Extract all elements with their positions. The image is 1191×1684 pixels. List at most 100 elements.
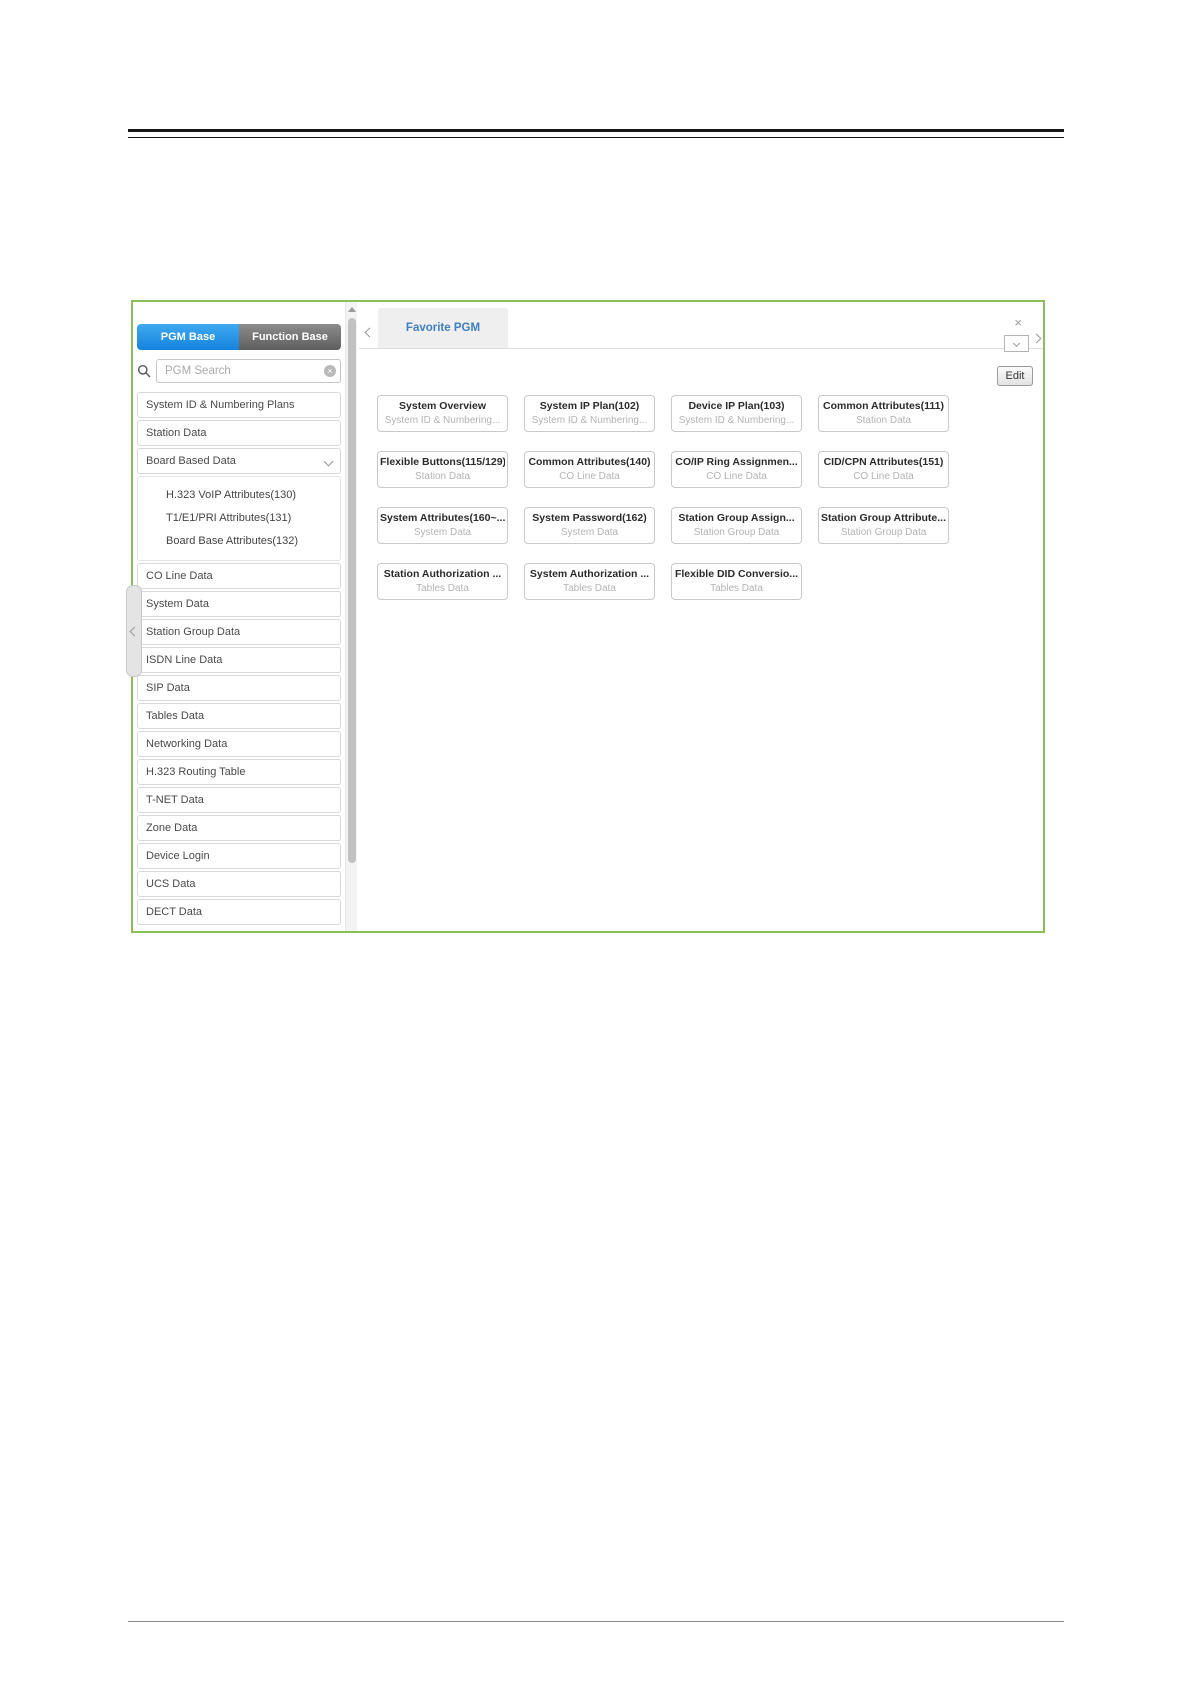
favorite-pgm-card[interactable]: System Attributes(160~... System Data bbox=[377, 507, 508, 544]
card-title: Station Group Assign... bbox=[678, 512, 795, 524]
sidebar-subitem[interactable]: H.323 VoIP Attributes(130) bbox=[166, 484, 336, 507]
tab-function-base[interactable]: Function Base bbox=[239, 324, 341, 350]
card-title: System Password(162) bbox=[532, 512, 647, 524]
sidebar-item[interactable]: CO Line Data bbox=[137, 563, 341, 589]
sidebar-item[interactable]: SIP Data bbox=[137, 675, 341, 701]
card-subtitle: System ID & Numbering... bbox=[678, 415, 795, 426]
sidebar-item[interactable]: T-NET Data bbox=[137, 787, 341, 813]
favorite-pgm-card[interactable]: Flexible DID Conversio... Tables Data bbox=[671, 563, 802, 600]
card-title: Flexible DID Conversio... bbox=[674, 568, 799, 580]
favorite-pgm-card[interactable]: System Authorization ... Tables Data bbox=[524, 563, 655, 600]
card-title: System Authorization ... bbox=[529, 568, 650, 580]
edit-button[interactable]: Edit bbox=[997, 366, 1033, 386]
pgm-search-input[interactable] bbox=[156, 359, 341, 383]
card-title: CO/IP Ring Assignmen... bbox=[675, 456, 798, 468]
sidebar-item[interactable]: System Data bbox=[137, 591, 341, 617]
card-subtitle: System Data bbox=[413, 527, 472, 538]
sidebar-item-label: System ID & Numbering Plans bbox=[146, 399, 295, 411]
favorite-pgm-card[interactable]: CID/CPN Attributes(151) CO Line Data bbox=[818, 451, 949, 488]
card-subtitle: System Data bbox=[560, 527, 619, 538]
tab-favorite-pgm[interactable]: Favorite PGM bbox=[378, 308, 508, 348]
sidebar-item-label: Tables Data bbox=[146, 710, 205, 722]
sidebar-subitem[interactable]: T1/E1/PRI Attributes(131) bbox=[166, 507, 336, 530]
card-subtitle: Station Group Data bbox=[840, 527, 927, 538]
page-top-rule-thick bbox=[128, 129, 1064, 132]
sidebar-item[interactable]: UCS Data bbox=[137, 871, 341, 897]
card-subtitle: System ID & Numbering... bbox=[531, 415, 648, 426]
sidebar-item-label: Networking Data bbox=[146, 738, 228, 750]
chevron-left-icon bbox=[129, 626, 139, 636]
sidebar-item[interactable]: DECT Data bbox=[137, 899, 341, 925]
card-title: CID/CPN Attributes(151) bbox=[823, 456, 944, 468]
favorite-pgm-card[interactable]: System Overview System ID & Numbering... bbox=[377, 395, 508, 432]
tab-list-dropdown[interactable] bbox=[1004, 335, 1029, 352]
card-title: System Overview bbox=[399, 400, 486, 412]
card-subtitle: Station Data bbox=[855, 415, 912, 426]
tab-scroll-left-button[interactable] bbox=[364, 323, 375, 341]
sidebar-tab-bar: PGM Base Function Base bbox=[137, 324, 341, 350]
sidebar-item-label: H.323 Routing Table bbox=[146, 766, 246, 778]
sidebar-item[interactable]: Zone Data bbox=[137, 815, 341, 841]
sidebar-subitem[interactable]: Board Base Attributes(132) bbox=[166, 530, 336, 553]
sidebar-menu-list: System ID & Numbering Plans Station Data… bbox=[137, 392, 341, 927]
sidebar-item-board-based-data[interactable]: Board Based Data bbox=[137, 448, 341, 474]
card-subtitle: CO Line Data bbox=[853, 471, 914, 482]
favorite-pgm-card[interactable]: Common Attributes(140) CO Line Data bbox=[524, 451, 655, 488]
favorite-pgm-card[interactable]: Station Group Attribute... Station Group… bbox=[818, 507, 949, 544]
favorite-pgm-card[interactable]: Device IP Plan(103) System ID & Numberin… bbox=[671, 395, 802, 432]
sidebar-collapse-handle[interactable] bbox=[126, 585, 142, 677]
sidebar-item-label: Station Group Data bbox=[146, 626, 241, 638]
card-title: Device IP Plan(103) bbox=[688, 400, 785, 412]
sidebar-item-label: CO Line Data bbox=[146, 570, 213, 582]
sidebar-item[interactable]: Station Data bbox=[137, 420, 341, 446]
sidebar-item[interactable]: System ID & Numbering Plans bbox=[137, 392, 341, 418]
chevron-left-icon bbox=[364, 327, 375, 338]
card-title: Common Attributes(140) bbox=[528, 456, 651, 468]
admin-ui-panel: PGM Base Function Base × System ID & Num… bbox=[126, 300, 1045, 933]
card-title: System Attributes(160~... bbox=[380, 512, 505, 524]
main-content: Favorite PGM × Edit System Overview Syst… bbox=[359, 302, 1043, 931]
sidebar-item-label: Station Data bbox=[146, 427, 207, 439]
card-subtitle: Tables Data bbox=[416, 583, 469, 594]
clear-search-icon[interactable]: × bbox=[324, 365, 336, 377]
pgm-sidebar: PGM Base Function Base × System ID & Num… bbox=[126, 302, 357, 931]
favorite-pgm-card[interactable]: System IP Plan(102) System ID & Numberin… bbox=[524, 395, 655, 432]
card-subtitle: System ID & Numbering... bbox=[384, 415, 501, 426]
scroll-up-arrow-icon[interactable] bbox=[347, 307, 356, 312]
sidebar-item-label: System Data bbox=[146, 598, 209, 610]
search-input-wrap: × bbox=[156, 359, 341, 383]
sidebar-item-label: DECT Data bbox=[146, 906, 203, 918]
sidebar-item[interactable]: Station Group Data bbox=[137, 619, 341, 645]
sidebar-item[interactable]: Device Login bbox=[137, 843, 341, 869]
page-top-rule-thin bbox=[128, 137, 1064, 138]
sidebar-item[interactable]: Networking Data bbox=[137, 731, 341, 757]
favorite-pgm-card[interactable]: Station Group Assign... Station Group Da… bbox=[671, 507, 802, 544]
chevron-right-icon bbox=[1031, 333, 1042, 344]
sidebar-scrollbar[interactable] bbox=[345, 302, 357, 931]
card-subtitle: Station Group Data bbox=[693, 527, 780, 538]
tab-scroll-right-button[interactable] bbox=[1031, 329, 1042, 347]
favorite-pgm-card[interactable]: Station Authorization ... Tables Data bbox=[377, 563, 508, 600]
card-title: Common Attributes(111) bbox=[823, 400, 944, 412]
sidebar-item[interactable]: Tables Data bbox=[137, 703, 341, 729]
sidebar-item[interactable]: H.323 Routing Table bbox=[137, 759, 341, 785]
favorite-pgm-card[interactable]: System Password(162) System Data bbox=[524, 507, 655, 544]
card-title: System IP Plan(102) bbox=[539, 400, 640, 412]
card-title: Flexible Buttons(115/129) bbox=[380, 456, 505, 468]
chevron-down-icon bbox=[1012, 339, 1021, 348]
sidebar-item-label: T-NET Data bbox=[146, 794, 204, 806]
scrollbar-thumb[interactable] bbox=[348, 318, 356, 863]
page-bottom-rule bbox=[128, 1621, 1064, 1622]
sidebar-item-label: ISDN Line Data bbox=[146, 654, 223, 666]
favorite-pgm-card[interactable]: Flexible Buttons(115/129) Station Data bbox=[377, 451, 508, 488]
sidebar-item[interactable]: ISDN Line Data bbox=[137, 647, 341, 673]
card-title: Station Group Attribute... bbox=[821, 512, 946, 524]
card-subtitle: Station Data bbox=[414, 471, 471, 482]
tab-pgm-base[interactable]: PGM Base bbox=[137, 324, 239, 350]
favorite-pgm-card[interactable]: Common Attributes(111) Station Data bbox=[818, 395, 949, 432]
close-tab-icon[interactable]: × bbox=[1014, 316, 1022, 329]
favorite-pgm-card[interactable]: CO/IP Ring Assignmen... CO Line Data bbox=[671, 451, 802, 488]
board-based-data-subpanel: H.323 VoIP Attributes(130) T1/E1/PRI Att… bbox=[137, 476, 341, 561]
sidebar-item-label: SIP Data bbox=[146, 682, 190, 694]
card-subtitle: CO Line Data bbox=[559, 471, 620, 482]
